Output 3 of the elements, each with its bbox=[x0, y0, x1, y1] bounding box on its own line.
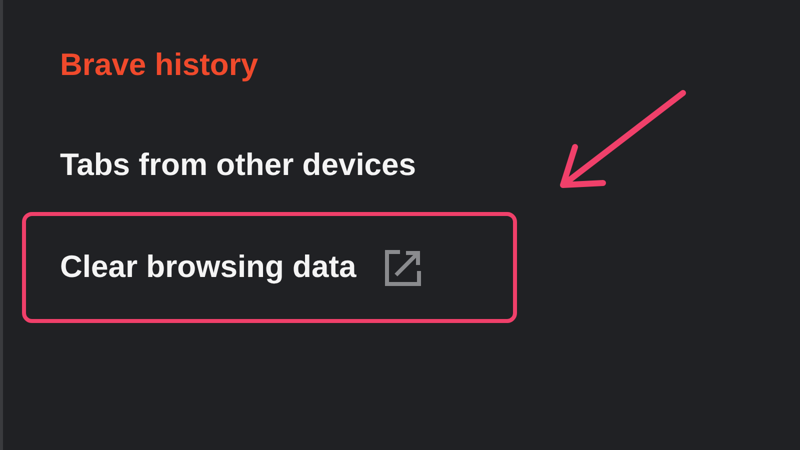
menu-item[interactable]: Clear browsing data bbox=[22, 212, 517, 323]
menu-item[interactable]: Tabs from other devices bbox=[22, 115, 517, 215]
menu-item[interactable]: Brave history bbox=[22, 15, 517, 115]
